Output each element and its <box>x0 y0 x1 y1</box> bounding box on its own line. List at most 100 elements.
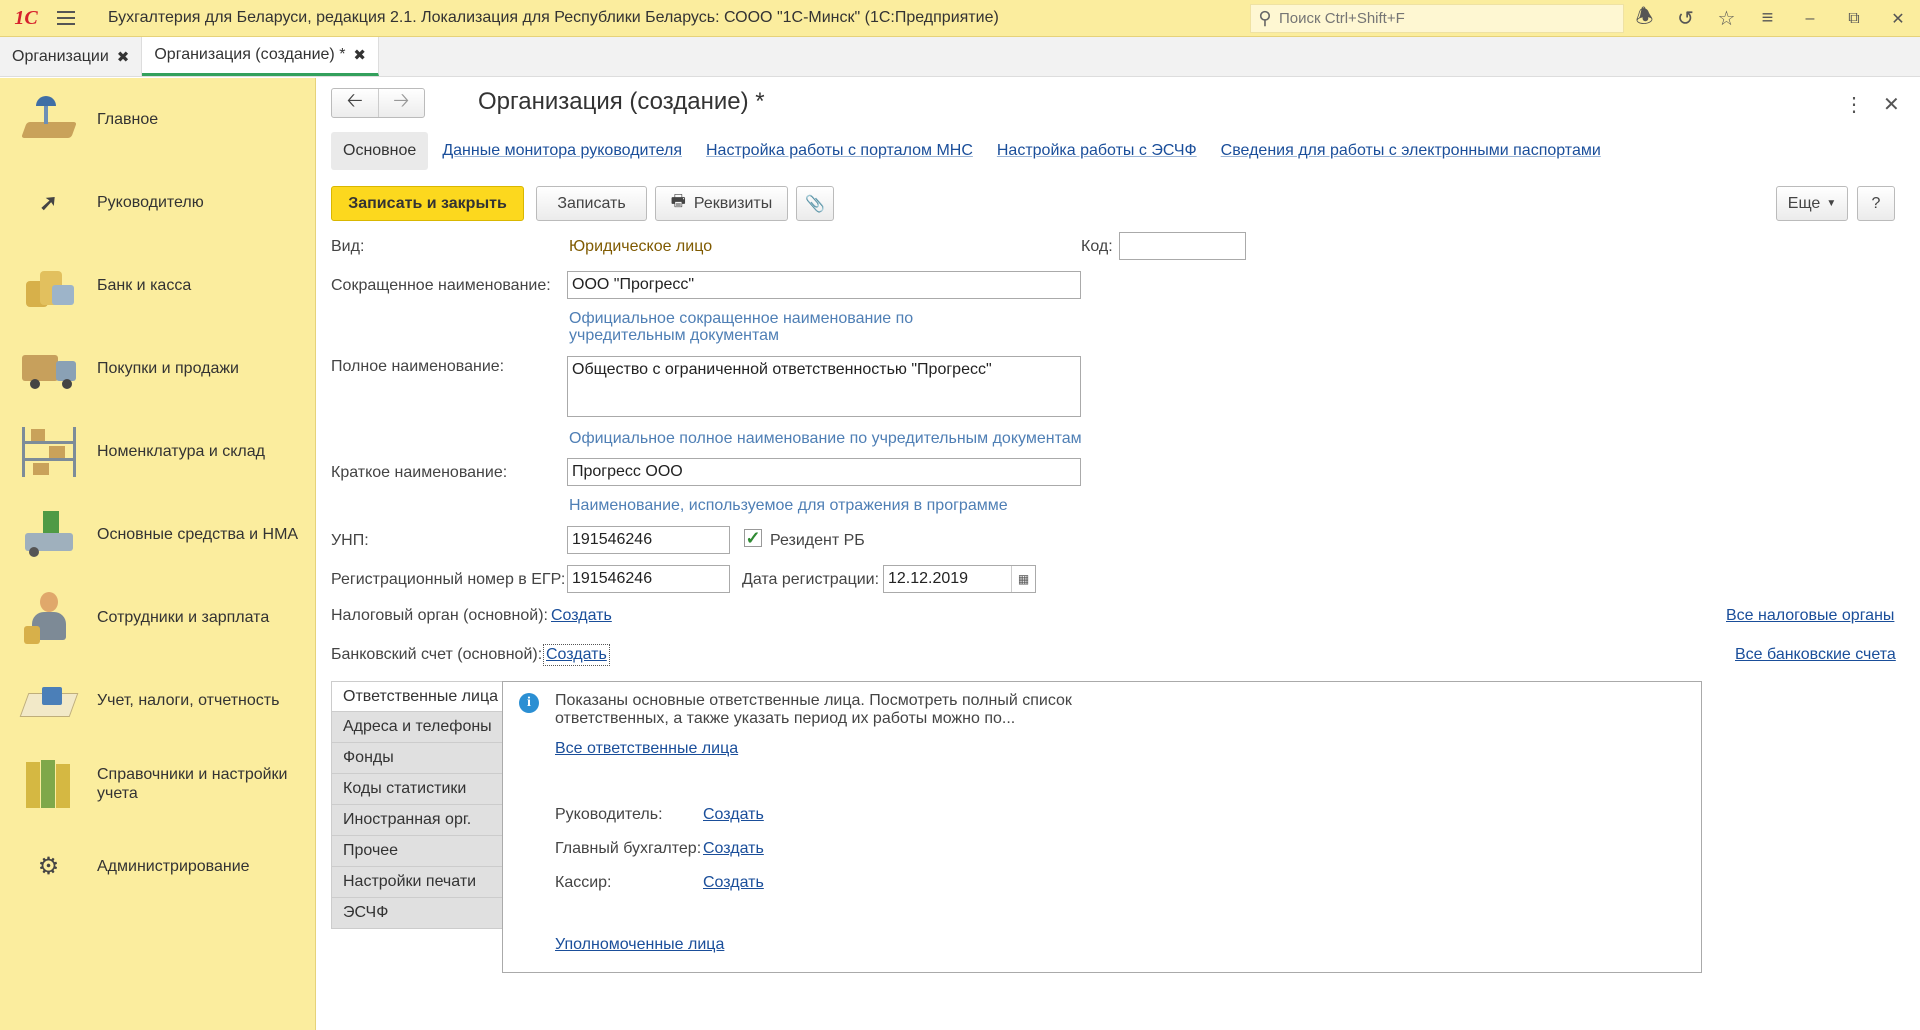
details-button[interactable]: 🖶 Реквизиты <box>655 186 788 221</box>
form-area: 🡠 🡢 Организация (создание) * ⋮ ✕ Основно… <box>317 78 1920 1030</box>
brief-name-input[interactable]: Прогресс ООО <box>567 458 1081 486</box>
nav-e-passports[interactable]: Сведения для работы с электронными паспо… <box>1221 142 1601 160</box>
calendar-icon[interactable]: ▦ <box>1011 566 1035 592</box>
responsible-persons-panel: i Показаны основные ответственные лица. … <box>502 681 1702 973</box>
unp-label: УНП: <box>331 532 369 549</box>
reg-number-input[interactable]: 191546246 <box>567 565 730 593</box>
tab-responsible-persons[interactable]: Ответственные лица <box>331 681 503 712</box>
sidebar-item-main[interactable]: Главное <box>0 78 315 161</box>
nav-main[interactable]: Основное <box>331 131 429 170</box>
trend-chart-icon: ➚ <box>39 189 58 215</box>
tab-esf[interactable]: ЭСЧФ <box>331 898 503 929</box>
resident-checkbox[interactable]: ✓ <box>744 528 762 548</box>
tab-statistics-codes[interactable]: Коды статистики <box>331 774 503 805</box>
help-button[interactable]: ? <box>1857 186 1895 221</box>
sidebar-item-label: Справочники и настройки учета <box>97 765 288 802</box>
director-create-link[interactable]: Создать <box>703 806 764 824</box>
sidebar-item-assets[interactable]: Основные средства и НМА <box>0 493 315 576</box>
tab-organizations[interactable]: Организации ✖ <box>0 37 143 76</box>
more-button[interactable]: Еще ▼ <box>1776 186 1848 221</box>
machine-icon <box>21 510 77 559</box>
close-icon[interactable]: ✕ <box>1876 0 1920 37</box>
close-form-icon[interactable]: ✕ <box>1883 92 1900 117</box>
info-message: Показаны основные ответственные лица. По… <box>555 692 1072 727</box>
bank-account-create-link[interactable]: Создать <box>543 644 610 666</box>
tab-other[interactable]: Прочее <box>331 836 503 867</box>
forward-arrow-icon[interactable]: 🡢 <box>377 89 425 117</box>
all-responsible-link[interactable]: Все ответственные лица <box>555 740 738 758</box>
sidebar-item-bank[interactable]: Банк и касса <box>0 244 315 327</box>
all-tax-authorities-link[interactable]: Все налоговые органы <box>1726 607 1894 625</box>
bank-account-label: Банковский счет (основной): <box>331 646 543 663</box>
brief-name-label: Краткое наименование: <box>331 464 508 481</box>
sidebar-item-label: Номенклатура и склад <box>97 443 265 460</box>
sidebar-item-label: Сотрудники и зарплата <box>97 609 270 626</box>
tab-print-settings[interactable]: Настройки печати <box>331 867 503 898</box>
bell-icon[interactable]: 🕭 <box>1624 0 1665 37</box>
kind-value[interactable]: Юридическое лицо <box>569 238 712 256</box>
sidebar-item-label: Администрирование <box>97 858 250 875</box>
warehouse-shelves-icon <box>21 426 76 477</box>
info-icon: i <box>519 693 539 713</box>
search-input[interactable] <box>1279 10 1609 27</box>
authorized-persons-link[interactable]: Уполномоченные лица <box>555 936 724 954</box>
full-name-input[interactable]: Общество с ограниченной ответственностью… <box>567 356 1081 417</box>
sidebar-item-label: Покупки и продажи <box>97 360 239 377</box>
tab-addresses[interactable]: Адреса и телефоны <box>331 712 503 743</box>
full-name-hint: Официальное полное наименование по учред… <box>569 430 1082 447</box>
chief-accountant-create-link[interactable]: Создать <box>703 840 764 858</box>
code-input[interactable] <box>1119 232 1246 260</box>
sections-sidebar: Главное ➚ Руководителю Банк и касса Поку… <box>0 78 316 1030</box>
restore-icon[interactable]: ⧉ <box>1832 0 1876 37</box>
nav-esf-settings[interactable]: Настройка работы с ЭСЧФ <box>997 142 1197 160</box>
chief-accountant-label: Главный бухгалтер: <box>555 840 702 857</box>
tab-foreign-org[interactable]: Иностранная орг. <box>331 805 503 836</box>
app-title: Бухгалтерия для Беларуси, редакция 2.1. … <box>108 9 999 26</box>
back-arrow-icon[interactable]: 🡠 <box>332 89 378 117</box>
nav-mns-portal[interactable]: Настройка работы с порталом МНС <box>706 142 973 160</box>
sidebar-item-staff[interactable]: Сотрудники и зарплата <box>0 576 315 659</box>
settings-menu-icon[interactable]: ≡ <box>1747 0 1788 37</box>
sidebar-item-references[interactable]: Справочники и настройки учета <box>0 742 315 825</box>
short-name-input[interactable]: ООО "Прогресс" <box>567 271 1081 299</box>
attach-button[interactable]: 📎 <box>796 186 834 221</box>
sidebar-item-director[interactable]: ➚ Руководителю <box>0 161 315 244</box>
sidebar-item-label: Учет, налоги, отчетность <box>97 692 280 709</box>
tab-label: Организация (создание) * <box>154 46 346 63</box>
star-icon[interactable]: ☆ <box>1706 0 1747 37</box>
cashier-label: Кассир: <box>555 874 612 891</box>
more-label: Еще <box>1787 194 1821 212</box>
employee-icon <box>22 590 76 646</box>
gear-icon: ⚙ <box>37 853 60 880</box>
app-logo[interactable]: 1С <box>4 0 48 37</box>
save-and-close-button[interactable]: Записать и закрыть <box>331 186 524 221</box>
history-icon[interactable]: ↺ <box>1665 0 1706 37</box>
details-label: Реквизиты <box>693 194 773 212</box>
sidebar-item-sales[interactable]: Покупки и продажи <box>0 327 315 410</box>
calculator-icon <box>19 679 78 723</box>
main-menu-button[interactable] <box>48 0 84 37</box>
tab-funds[interactable]: Фонды <box>331 743 503 774</box>
tax-authority-create-link[interactable]: Создать <box>551 607 612 625</box>
tax-authority-label: Налоговый орган (основной): <box>331 607 548 624</box>
more-actions-icon[interactable]: ⋮ <box>1844 92 1864 117</box>
unp-input[interactable]: 191546246 <box>567 526 730 554</box>
save-button[interactable]: Записать <box>536 186 647 221</box>
all-bank-accounts-link[interactable]: Все банковские счета <box>1735 646 1896 664</box>
close-tab-icon[interactable]: ✖ <box>353 46 366 64</box>
reg-date-label: Дата регистрации: <box>742 571 880 588</box>
kind-label: Вид: <box>331 238 365 255</box>
sidebar-item-label: Банк и касса <box>97 277 192 294</box>
minimize-icon[interactable]: – <box>1788 0 1832 37</box>
cashier-create-link[interactable]: Создать <box>703 874 764 892</box>
sidebar-item-admin[interactable]: ⚙ Администрирование <box>0 825 315 908</box>
page-title: Организация (создание) * <box>478 88 765 115</box>
search-box[interactable]: ⚲ <box>1250 4 1624 33</box>
close-tab-icon[interactable]: ✖ <box>117 48 130 66</box>
nav-director-monitor[interactable]: Данные монитора руководителя <box>442 142 682 160</box>
sidebar-item-label: Руководителю <box>97 194 204 211</box>
tab-organization-create[interactable]: Организация (создание) * ✖ <box>142 37 379 76</box>
sidebar-item-reports[interactable]: Учет, налоги, отчетность <box>0 659 315 742</box>
title-bar: 1С Бухгалтерия для Беларуси, редакция 2.… <box>0 0 1920 37</box>
sidebar-item-warehouse[interactable]: Номенклатура и склад <box>0 410 315 493</box>
